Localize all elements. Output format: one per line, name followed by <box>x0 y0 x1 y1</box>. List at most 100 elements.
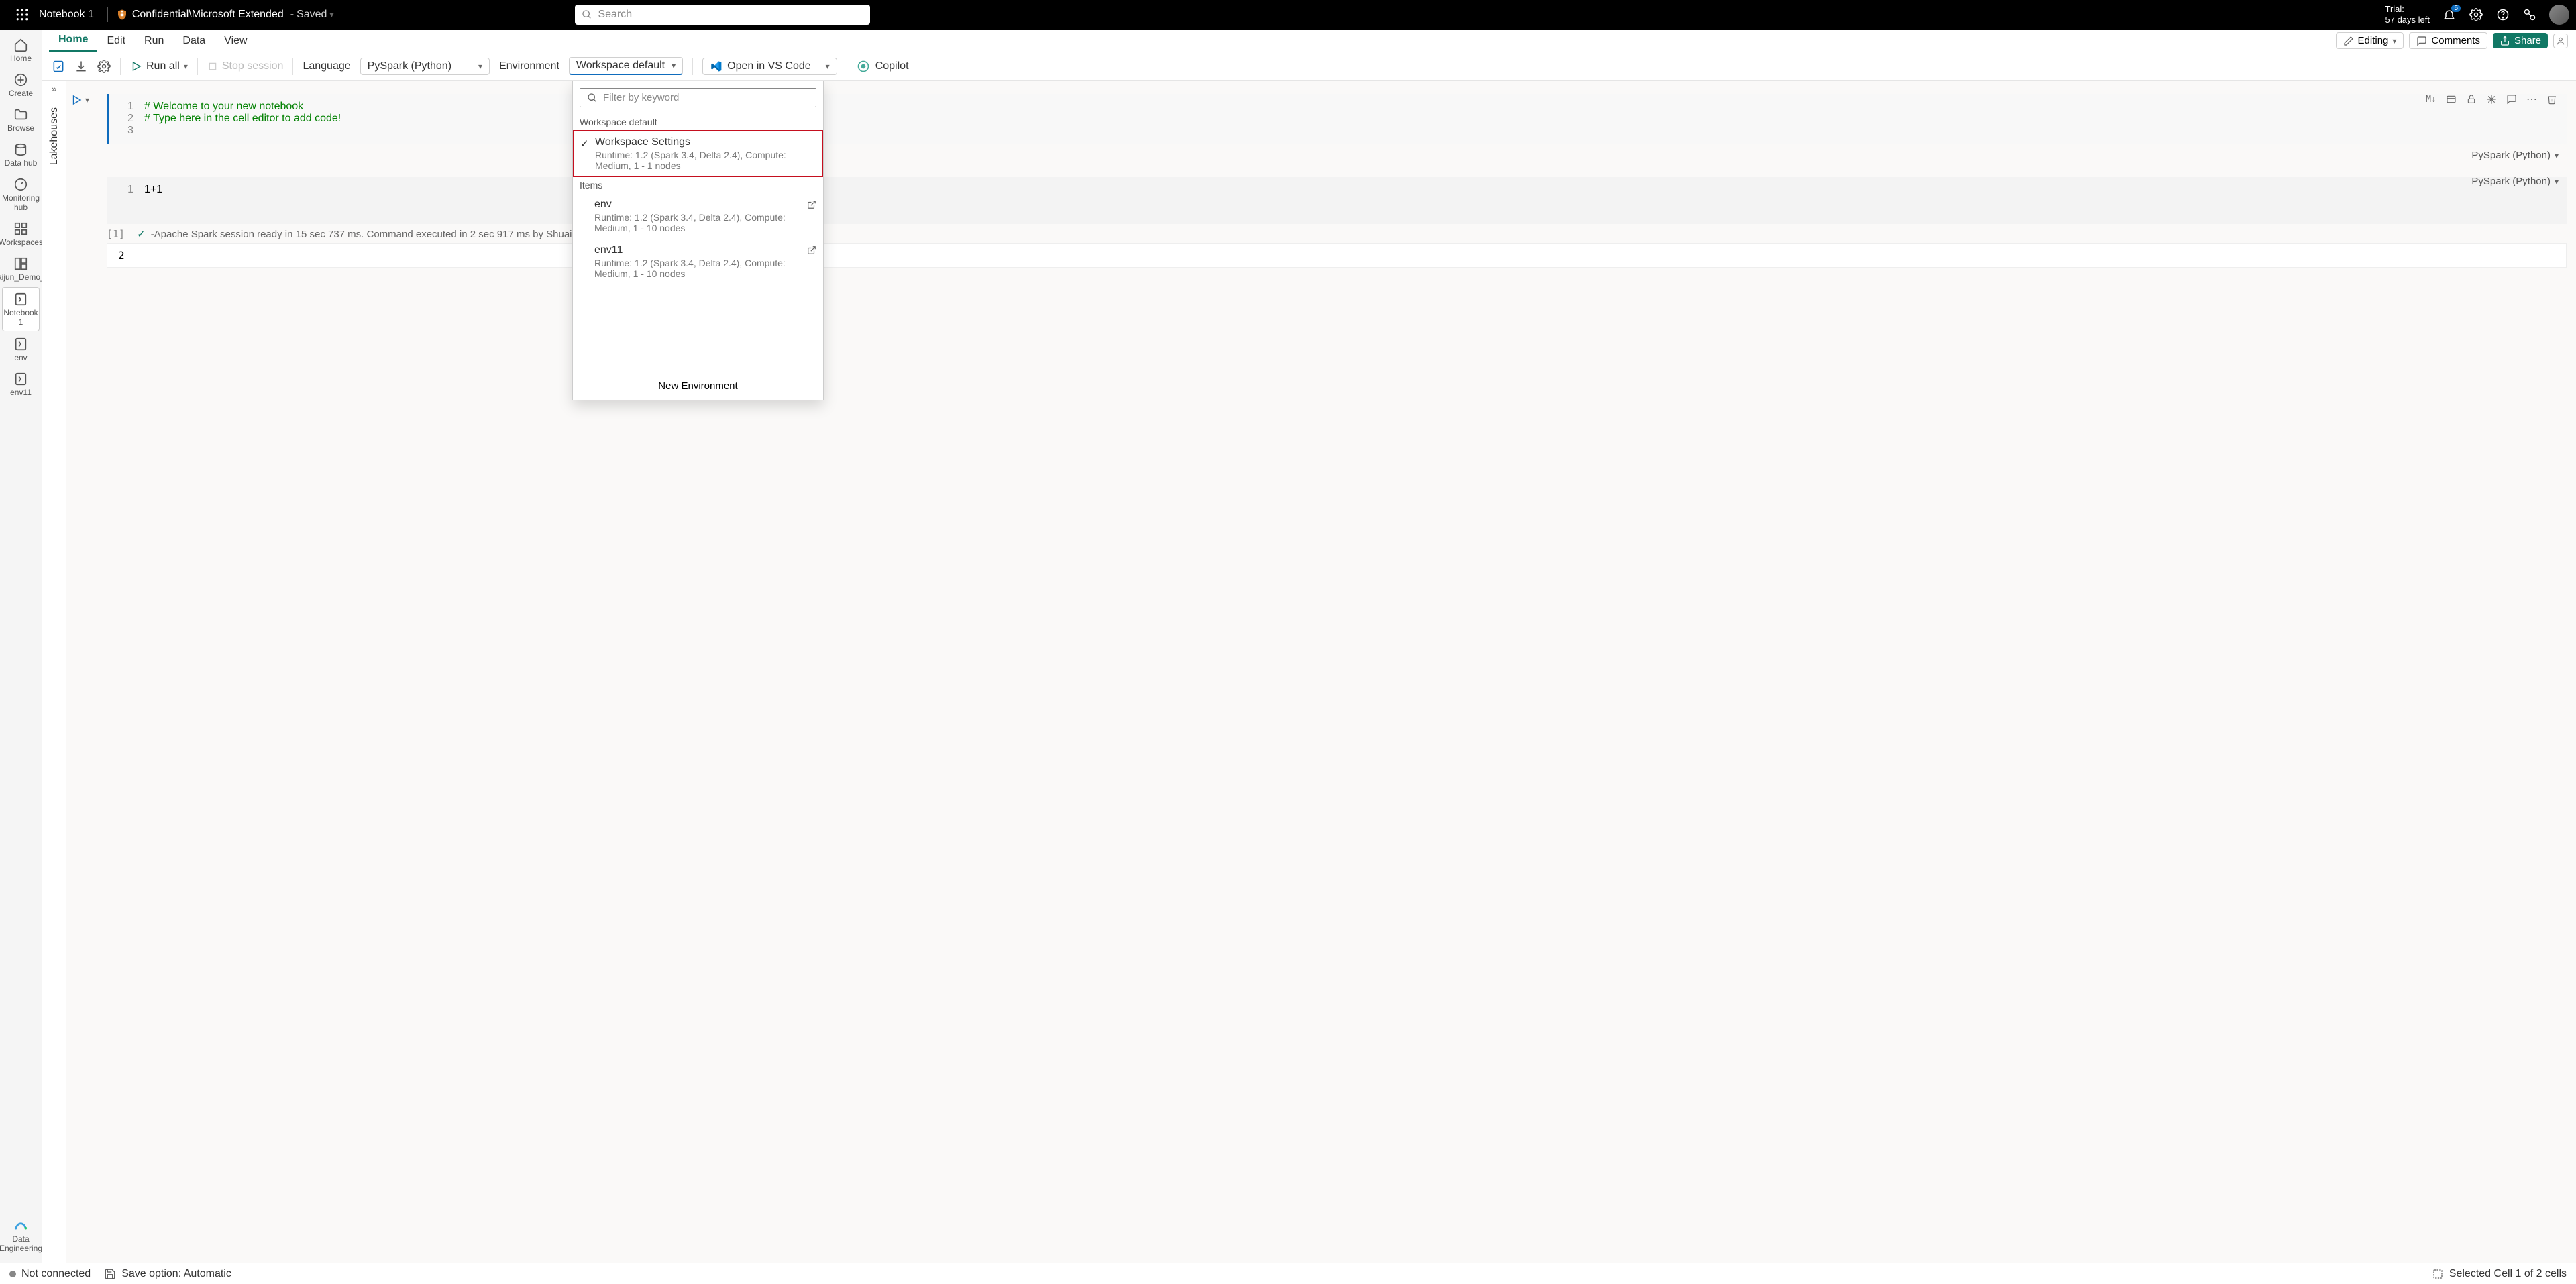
nav-browse[interactable]: Browse <box>2 103 40 137</box>
presence-icon[interactable] <box>2553 34 2568 48</box>
trial-status[interactable]: Trial: 57 days left <box>2385 4 2430 25</box>
expand-lakehouses-button[interactable]: » <box>52 83 57 94</box>
connection-status[interactable]: Not connected <box>21 1268 91 1280</box>
open-vscode-button[interactable]: Open in VS Code ▾ <box>702 58 837 75</box>
nav-monitoring-hub[interactable]: Monitoring hub <box>2 173 40 216</box>
top-bar: Notebook 1 Confidential\Microsoft Extend… <box>0 0 2576 30</box>
comment-cell-icon[interactable] <box>2505 93 2518 106</box>
environment-label: Environment <box>499 60 559 72</box>
nav-workspace-shuaijun[interactable]: Shuaijun_Demo_Env <box>2 252 40 286</box>
execution-index: [1] <box>107 228 125 240</box>
env-item-workspace-settings[interactable]: ✓ Workspace Settings Runtime: 1.2 (Spark… <box>573 130 823 177</box>
content-area: Home Edit Run Data View Editing ▾ Commen… <box>42 30 2576 1263</box>
markdown-toggle-icon[interactable]: M↓ <box>2424 93 2438 106</box>
copilot-button[interactable]: Copilot <box>857 60 909 73</box>
code-cell-1[interactable]: ▾ M↓ ⋯ 1# Welcome to your new notebook 2… <box>107 94 2567 144</box>
selection-icon <box>2432 1268 2444 1280</box>
tab-view[interactable]: View <box>215 31 256 51</box>
save-option[interactable]: Save option: Automatic <box>121 1268 231 1280</box>
topbar-right: Trial: 57 days left 5 <box>2385 4 2570 25</box>
nav-notebook-1[interactable]: Notebook 1 <box>2 287 40 331</box>
nav-home[interactable]: Home <box>2 34 40 67</box>
stop-icon <box>207 61 218 72</box>
save-button[interactable] <box>52 60 65 73</box>
execution-info: [1] ✓ -Apache Spark session ready in 15 … <box>107 228 2567 240</box>
feedback-icon[interactable] <box>2522 7 2537 22</box>
run-all-button[interactable]: Run all ▾ <box>130 60 188 72</box>
chevron-down-icon[interactable]: ▾ <box>85 95 89 105</box>
nav-env[interactable]: env <box>2 333 40 366</box>
open-external-icon[interactable] <box>807 246 816 255</box>
env-item-env11[interactable]: env11 Runtime: 1.2 (Spark 3.4, Delta 2.4… <box>573 239 823 284</box>
settings-icon[interactable] <box>2469 7 2483 22</box>
share-icon <box>2500 36 2510 46</box>
save-icon <box>104 1268 116 1280</box>
more-icon[interactable]: ⋯ <box>2525 93 2538 106</box>
stop-session-button: Stop session <box>207 60 284 72</box>
cell-editor[interactable]: 11+1 <box>107 177 2567 224</box>
plus-circle-icon <box>13 72 28 87</box>
cell-output: 2 <box>107 243 2567 268</box>
settings-button[interactable] <box>97 60 111 73</box>
chevron-down-icon[interactable]: ▾ <box>329 10 333 19</box>
status-bar: Not connected Save option: Automatic Sel… <box>0 1263 2576 1284</box>
share-button[interactable]: Share <box>2493 33 2548 48</box>
user-avatar[interactable] <box>2549 5 2569 25</box>
nav-data-engineering[interactable]: Data Engineering <box>2 1214 40 1257</box>
tab-edit[interactable]: Edit <box>97 31 135 51</box>
code-cell-2[interactable]: 11+1 [1] ✓ -Apache Spark session ready i… <box>107 177 2567 268</box>
tab-data[interactable]: Data <box>173 31 215 51</box>
run-cell-icon[interactable] <box>70 94 83 106</box>
cell-selection-status: Selected Cell 1 of 2 cells <box>2449 1268 2567 1280</box>
nav-workspaces[interactable]: Workspaces <box>2 217 40 251</box>
tab-home[interactable]: Home <box>49 30 97 52</box>
ribbon-tabs: Home Edit Run Data View Editing ▾ Commen… <box>42 30 2576 52</box>
chevron-down-icon: ▾ <box>672 61 676 70</box>
env-icon <box>13 337 28 352</box>
download-button[interactable] <box>74 60 88 73</box>
notifications-icon[interactable]: 5 <box>2442 7 2457 22</box>
new-environment-button[interactable]: New Environment <box>573 372 823 400</box>
sensitivity-label[interactable]: Confidential\Microsoft Extended <box>116 9 284 21</box>
nav-create[interactable]: Create <box>2 68 40 102</box>
comment-icon <box>2416 36 2427 46</box>
copilot-icon <box>857 60 870 73</box>
nav-env11[interactable]: env11 <box>2 368 40 401</box>
chevron-down-icon: ▾ <box>478 62 482 71</box>
language-label: Language <box>303 60 350 72</box>
lakehouses-label[interactable]: Lakehouses <box>48 107 60 165</box>
delete-cell-icon[interactable] <box>2545 93 2559 106</box>
cell-language-selector[interactable]: PySpark (Python) ▾ <box>2471 150 2559 161</box>
freeze-icon[interactable] <box>2485 93 2498 106</box>
save-status: - Saved ▾ <box>290 9 334 21</box>
env-item-env[interactable]: env Runtime: 1.2 (Spark 3.4, Delta 2.4),… <box>573 193 823 239</box>
gear-icon <box>97 60 111 73</box>
lock-icon[interactable] <box>2465 93 2478 106</box>
editing-mode-button[interactable]: Editing ▾ <box>2336 32 2404 49</box>
help-icon[interactable] <box>2496 7 2510 22</box>
notebook-toolbar: Run all ▾ Stop session Language PySpark … <box>42 52 2576 81</box>
language-dropdown[interactable]: PySpark (Python) ▾ <box>360 58 490 75</box>
chevron-down-icon: ▾ <box>2555 177 2559 186</box>
home-icon <box>13 38 28 52</box>
env-filter-input[interactable]: Filter by keyword <box>580 88 816 107</box>
comments-button[interactable]: Comments <box>2409 32 2487 49</box>
nav-data-hub[interactable]: Data hub <box>2 138 40 172</box>
notification-badge: 5 <box>2451 5 2461 12</box>
cell-editor[interactable]: 1# Welcome to your new notebook 2# Type … <box>107 94 2567 144</box>
environment-dropdown[interactable]: Workspace default ▾ <box>569 57 683 75</box>
connection-dot-icon <box>9 1271 16 1277</box>
search-input[interactable]: Search <box>575 5 870 25</box>
monitor-icon <box>13 177 28 192</box>
notebook-icon <box>13 292 28 307</box>
tab-run[interactable]: Run <box>135 31 173 51</box>
open-external-icon[interactable] <box>807 200 816 209</box>
app-launcher-icon[interactable] <box>12 5 32 25</box>
folder-icon <box>13 107 28 122</box>
success-check-icon: ✓ <box>137 228 146 240</box>
environment-dropdown-panel: Filter by keyword Workspace default ✓ Wo… <box>572 81 824 400</box>
cell-gutter: ▾ <box>70 94 89 106</box>
convert-icon[interactable] <box>2445 93 2458 106</box>
notebook-title[interactable]: Notebook 1 <box>39 9 94 21</box>
cell-language-selector[interactable]: PySpark (Python) ▾ <box>2471 176 2559 187</box>
